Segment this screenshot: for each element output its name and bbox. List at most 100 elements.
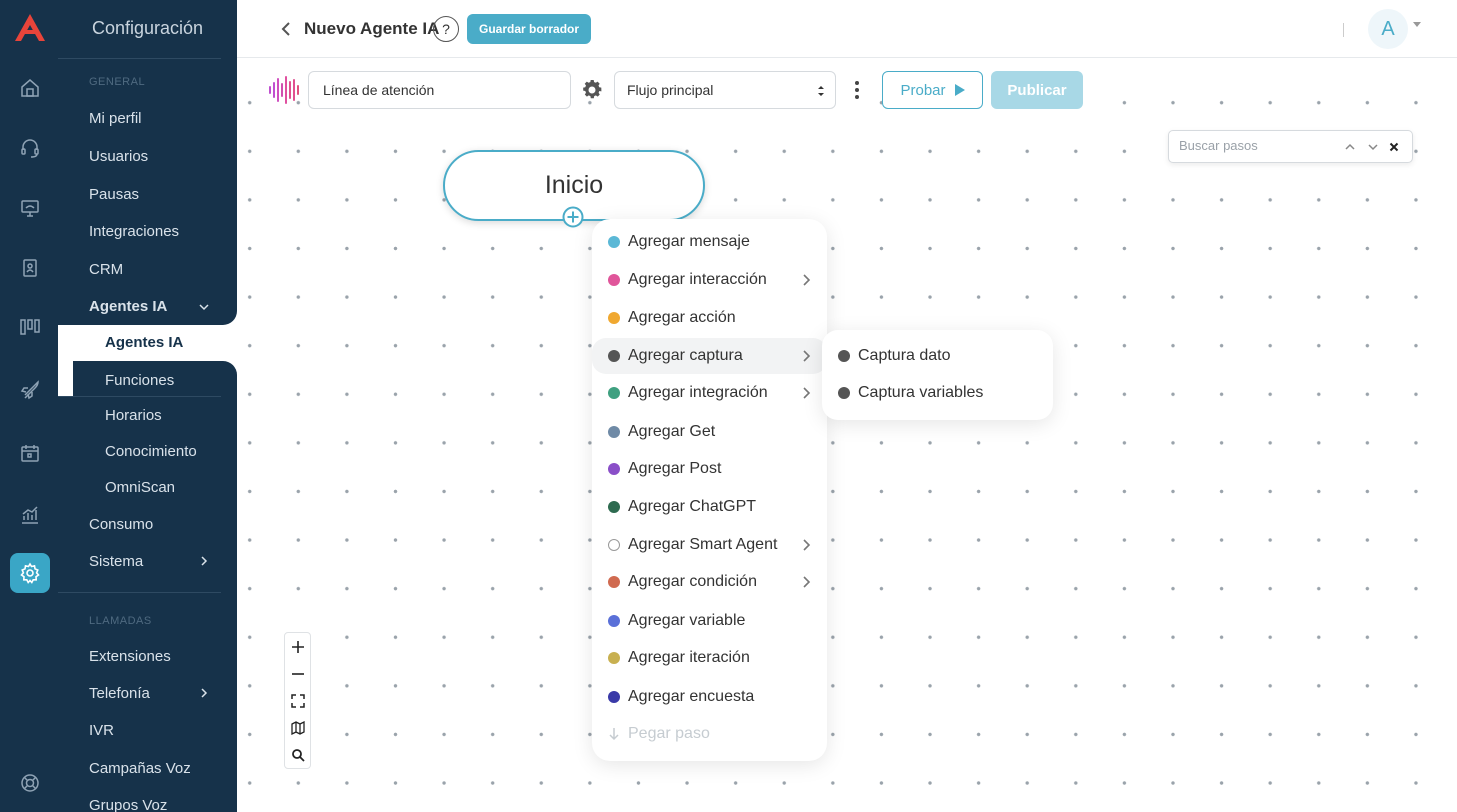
menu-dot bbox=[608, 312, 620, 324]
nav-item-knowledge[interactable]: Conocimiento bbox=[105, 443, 197, 460]
icon-rail bbox=[0, 0, 58, 812]
close-icon[interactable] bbox=[1388, 141, 1400, 153]
support-lifebuoy-icon[interactable] bbox=[10, 763, 50, 803]
submenu-item-capture-data[interactable]: Captura dato bbox=[822, 338, 1053, 374]
menu-item-add-chatgpt[interactable]: Agregar ChatGPT bbox=[592, 489, 827, 525]
minimap-icon[interactable] bbox=[285, 714, 310, 741]
menu-item-label: Agregar iteración bbox=[628, 649, 750, 666]
nav-item-telephony[interactable]: Telefonía bbox=[89, 685, 150, 702]
menu-item-label: Captura dato bbox=[858, 347, 951, 364]
brand-logo[interactable] bbox=[13, 12, 47, 44]
nav-item-omniscan[interactable]: OmniScan bbox=[105, 479, 175, 496]
nav-title: Configuración bbox=[92, 18, 204, 38]
menu-item-add-smart-agent[interactable]: Agregar Smart Agent bbox=[592, 527, 827, 563]
header-separator bbox=[1343, 23, 1344, 37]
settings-icon[interactable] bbox=[10, 553, 50, 593]
menu-item-add-condition[interactable]: Agregar condición bbox=[592, 564, 827, 600]
menu-item-add-message[interactable]: Agregar mensaje bbox=[592, 224, 827, 260]
search-icon[interactable] bbox=[285, 741, 310, 768]
nav-item-crm[interactable]: CRM bbox=[89, 261, 123, 278]
menu-item-label: Agregar captura bbox=[628, 347, 743, 364]
nav-item-my-profile[interactable]: Mi perfil bbox=[89, 110, 142, 127]
search-steps-input[interactable] bbox=[1179, 138, 1339, 153]
caret-down-icon[interactable] bbox=[1413, 22, 1421, 27]
headset-icon[interactable] bbox=[10, 128, 50, 168]
zoom-controls bbox=[284, 632, 311, 769]
chevron-right-icon bbox=[803, 274, 811, 286]
chevron-down-icon[interactable] bbox=[1367, 141, 1379, 153]
analytics-icon[interactable] bbox=[10, 495, 50, 535]
play-icon bbox=[954, 84, 965, 96]
nav-item-extensions[interactable]: Extensiones bbox=[89, 648, 171, 665]
kanban-icon[interactable] bbox=[10, 307, 50, 347]
add-step-menu: Agregar mensaje Agregar interacción Agre… bbox=[592, 219, 827, 761]
calendar-icon[interactable] bbox=[10, 433, 50, 473]
menu-dot bbox=[608, 576, 620, 588]
menu-item-add-integration[interactable]: Agregar integración bbox=[592, 375, 827, 411]
select-arrows-icon bbox=[818, 86, 824, 96]
fit-view-icon[interactable] bbox=[285, 687, 310, 714]
home-icon[interactable] bbox=[10, 68, 50, 108]
menu-item-label: Agregar variable bbox=[628, 612, 746, 629]
help-button[interactable]: ? bbox=[433, 16, 459, 42]
chevron-right-icon bbox=[201, 556, 208, 566]
monitor-icon[interactable] bbox=[10, 188, 50, 228]
publish-button[interactable]: Publicar bbox=[991, 71, 1083, 109]
page-title: Nuevo Agente IA bbox=[304, 19, 440, 38]
nav-item-integrations[interactable]: Integraciones bbox=[89, 223, 179, 240]
menu-dot bbox=[608, 426, 620, 438]
rocket-icon[interactable] bbox=[10, 370, 50, 410]
nav-item-users[interactable]: Usuarios bbox=[89, 148, 148, 165]
add-step-icon[interactable] bbox=[562, 206, 584, 228]
avatar[interactable]: A bbox=[1368, 9, 1408, 49]
menu-item-add-survey[interactable]: Agregar encuesta bbox=[592, 679, 827, 715]
nav-item-ai-agents[interactable]: Agentes IA bbox=[73, 325, 237, 361]
back-arrow-icon[interactable] bbox=[279, 18, 293, 40]
nav-item-consumption[interactable]: Consumo bbox=[89, 516, 153, 533]
menu-item-label: Agregar ChatGPT bbox=[628, 498, 757, 515]
menu-item-add-interaction[interactable]: Agregar interacción bbox=[592, 262, 827, 298]
nav-item-schedules[interactable]: Horarios bbox=[105, 407, 162, 424]
nav-item-voice-campaigns[interactable]: Campañas Voz bbox=[89, 760, 191, 777]
flow-canvas[interactable] bbox=[237, 59, 1457, 812]
menu-item-add-post[interactable]: Agregar Post bbox=[592, 451, 827, 487]
menu-item-add-variable[interactable]: Agregar variable bbox=[592, 603, 827, 639]
test-button[interactable]: Probar bbox=[882, 71, 983, 109]
menu-dot bbox=[608, 274, 620, 286]
nav-item-system[interactable]: Sistema bbox=[89, 553, 143, 570]
menu-item-label: Captura variables bbox=[858, 384, 984, 401]
gear-icon[interactable] bbox=[580, 78, 604, 102]
menu-item-add-action[interactable]: Agregar acción bbox=[592, 300, 827, 336]
more-options-icon[interactable] bbox=[851, 79, 863, 101]
menu-item-label: Agregar acción bbox=[628, 309, 736, 326]
menu-dot bbox=[838, 350, 850, 362]
menu-item-label: Agregar interacción bbox=[628, 271, 767, 288]
contacts-book-icon[interactable] bbox=[10, 248, 50, 288]
menu-dot bbox=[608, 350, 620, 362]
chevron-up-icon[interactable] bbox=[1344, 141, 1356, 153]
section-general: GENERAL bbox=[89, 76, 146, 88]
submenu-item-capture-variables[interactable]: Captura variables bbox=[822, 375, 1053, 411]
menu-item-add-get[interactable]: Agregar Get bbox=[592, 414, 827, 450]
zoom-in-icon[interactable] bbox=[285, 633, 310, 660]
save-draft-button[interactable]: Guardar borrador bbox=[467, 14, 592, 44]
search-steps-box bbox=[1168, 130, 1413, 163]
nav-item-functions[interactable]: Funciones bbox=[105, 372, 174, 389]
menu-item-paste-step: Pegar paso bbox=[592, 716, 827, 752]
flow-select[interactable]: Flujo principal bbox=[614, 71, 836, 109]
nav-group-label: Agentes IA bbox=[89, 298, 168, 315]
menu-item-add-iteration[interactable]: Agregar iteración bbox=[592, 640, 827, 676]
menu-item-add-capture[interactable]: Agregar captura bbox=[592, 338, 827, 374]
nav-item-voice-groups[interactable]: Grupos Voz bbox=[89, 797, 167, 812]
nav-item-pauses[interactable]: Pausas bbox=[89, 186, 139, 203]
voice-wave-icon bbox=[269, 76, 299, 104]
menu-item-label: Agregar Post bbox=[628, 460, 722, 477]
line-name-input[interactable]: Línea de atención bbox=[308, 71, 571, 109]
settings-nav: Configuración GENERAL Mi perfil Usuarios… bbox=[58, 0, 237, 812]
menu-item-label: Agregar Smart Agent bbox=[628, 536, 778, 553]
nav-item-ivr[interactable]: IVR bbox=[89, 722, 114, 739]
menu-dot bbox=[608, 652, 620, 664]
menu-dot bbox=[608, 463, 620, 475]
zoom-out-icon[interactable] bbox=[285, 660, 310, 687]
nav-group-ai-agents[interactable]: Agentes IA bbox=[58, 287, 237, 325]
